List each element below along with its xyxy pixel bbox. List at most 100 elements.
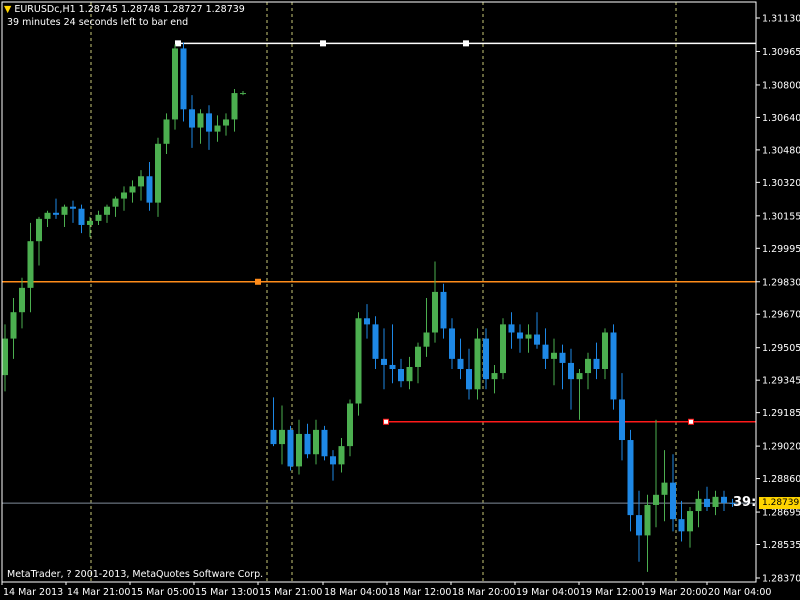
- candle-body: [197, 113, 204, 128]
- candle: [483, 328, 489, 390]
- y-tick-label: 1.29345: [762, 376, 800, 387]
- x-tick-label: 15 Mar 21:00: [259, 587, 322, 598]
- support-level-handle[interactable]: [688, 418, 694, 425]
- candle: [551, 338, 557, 386]
- x-tick-label: 15 Mar 05:00: [131, 587, 194, 598]
- candle-body: [670, 482, 676, 520]
- candle-body: [517, 332, 523, 339]
- candle-body: [36, 218, 42, 242]
- candle: [155, 137, 161, 217]
- candle: [214, 115, 221, 142]
- candle-body: [440, 291, 447, 329]
- candle-body: [610, 332, 617, 400]
- resistance-level-handle[interactable]: [463, 40, 469, 47]
- y-tick-label: 1.30640: [762, 113, 800, 124]
- candle: [440, 283, 447, 339]
- candle: [474, 328, 481, 400]
- candle: [576, 369, 583, 420]
- candle: [313, 419, 319, 465]
- candle-body: [585, 358, 591, 374]
- candle: [653, 419, 659, 528]
- candle-body: [636, 515, 642, 536]
- candle-body: [321, 429, 328, 457]
- candle: [712, 490, 719, 516]
- candle: [500, 318, 506, 380]
- candle-body: [661, 482, 668, 495]
- candle: [610, 324, 617, 410]
- y-tick-label: 1.29830: [762, 277, 800, 288]
- candle: [180, 42, 187, 122]
- y-tick-label: 1.28695: [762, 508, 800, 519]
- candle-body: [206, 113, 212, 132]
- candle-body: [602, 332, 608, 370]
- candle-body: [508, 324, 515, 333]
- candle: [87, 216, 93, 238]
- candle-body: [423, 332, 430, 347]
- candle: [517, 324, 523, 353]
- dropdown-arrow-icon[interactable]: ▼: [4, 4, 11, 15]
- candle: [695, 490, 702, 528]
- candle: [223, 113, 229, 136]
- candle: [508, 312, 515, 349]
- support-level-handle[interactable]: [383, 418, 389, 425]
- candle-body: [653, 494, 659, 505]
- y-tick-label: 1.30800: [762, 80, 800, 91]
- candle-body: [180, 48, 187, 110]
- candle-body: [721, 496, 727, 503]
- candle: [670, 454, 676, 532]
- candle-body: [19, 287, 25, 313]
- candles-layer: [2, 42, 736, 572]
- candle: [406, 356, 413, 390]
- candle-body: [619, 399, 625, 441]
- candle-body: [593, 358, 600, 370]
- pivot-level-handle[interactable]: [255, 278, 261, 285]
- symbol-header: ▼ EURUSDc,H1 1.28745 1.28748 1.28727 1.2…: [4, 4, 245, 15]
- price-chart[interactable]: 1.31130 1.30965 1.30800 1.30640 1.30480 1.303…: [0, 0, 800, 600]
- candle-body: [129, 186, 136, 193]
- candle-body: [449, 328, 455, 359]
- candle-body: [121, 192, 127, 199]
- candle-body: [627, 440, 634, 516]
- candle-body: [381, 358, 387, 365]
- candle-body: [687, 511, 693, 532]
- candle: [129, 180, 136, 203]
- candle-body: [389, 364, 396, 370]
- candle-body: [525, 334, 532, 339]
- x-tick-label: 19 Mar 12:00: [580, 587, 643, 598]
- candle-body: [559, 352, 566, 363]
- candle-body: [95, 214, 102, 221]
- candle-body: [500, 324, 506, 374]
- candle-body: [330, 456, 336, 465]
- candle: [432, 261, 438, 343]
- candle-body: [712, 496, 719, 507]
- candle: [121, 186, 127, 211]
- candle: [687, 506, 693, 548]
- candle: [279, 405, 285, 465]
- candle: [627, 429, 634, 532]
- candle: [636, 490, 642, 562]
- candle-body: [534, 334, 540, 345]
- y-tick-label: 1.29020: [762, 442, 800, 453]
- current-price-badge: 1.28739: [759, 497, 800, 509]
- candle: [619, 373, 625, 461]
- candle: [321, 425, 328, 461]
- candle: [593, 342, 600, 380]
- candle-body: [53, 212, 59, 215]
- candle-body: [347, 403, 353, 447]
- candle-body: [466, 369, 472, 390]
- candle-body: [313, 429, 319, 455]
- x-tick-label: 14 Mar 2013: [3, 587, 63, 598]
- candle: [19, 277, 25, 329]
- resistance-level-handle[interactable]: [175, 40, 181, 47]
- candle-body: [279, 429, 285, 445]
- y-tick-label: 1.29505: [762, 343, 800, 354]
- candle-body: [87, 220, 93, 225]
- resistance-level-handle[interactable]: [320, 40, 326, 47]
- candle: [347, 399, 353, 457]
- candle-body: [155, 143, 161, 203]
- candle-body: [223, 119, 229, 126]
- candle: [457, 338, 464, 380]
- axis-layer: 1.31130 1.30965 1.30800 1.30640 1.30480 1.303…: [1, 1, 800, 598]
- candle: [355, 312, 362, 416]
- candle: [197, 109, 204, 144]
